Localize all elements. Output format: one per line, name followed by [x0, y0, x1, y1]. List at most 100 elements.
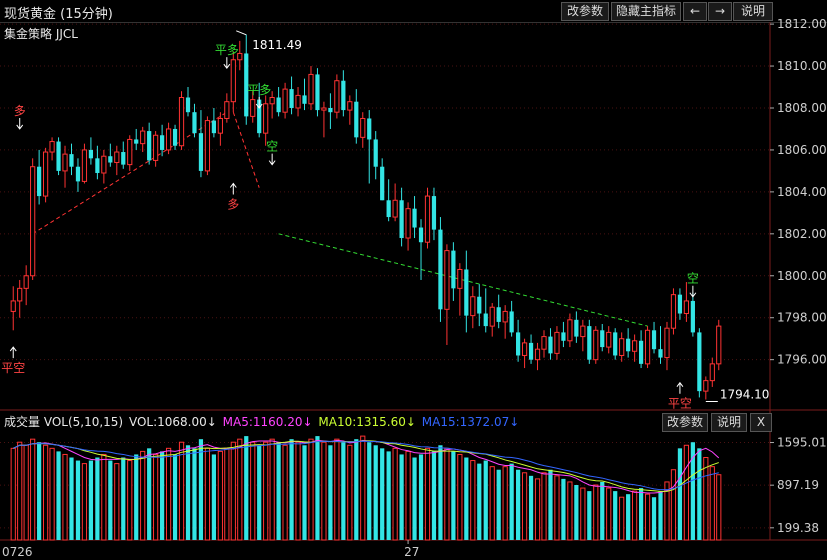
volume-bar [554, 475, 560, 541]
candle-body [489, 306, 495, 327]
candle [178, 91, 185, 150]
candle-body [483, 313, 488, 327]
volume-bar [477, 463, 482, 540]
candle [30, 158, 36, 280]
volume-bar [451, 451, 456, 540]
price-chart[interactable]: 1812.00 1810.00 1808.00 1806.00 1804.00 1802.… [0, 0, 827, 560]
candle-body [165, 128, 172, 151]
candle-body [606, 331, 612, 348]
candle-body [516, 332, 521, 356]
ma15-value: MA15:1372.07↓ [421, 415, 520, 429]
volume-bar [606, 487, 612, 541]
candle-body [81, 149, 88, 182]
signal-label: 多 [14, 104, 26, 118]
candle-body [438, 229, 443, 310]
trend-lines [32, 111, 648, 327]
volume-tick-label: 897.19 [777, 478, 819, 492]
candle-body [424, 195, 431, 243]
volume-bar [438, 445, 443, 540]
volume-bar [703, 457, 709, 541]
volume-modify-params-button[interactable]: 改参数 [662, 413, 708, 432]
candle-body [444, 250, 450, 310]
volume-bar [424, 447, 431, 541]
volume-bar [638, 488, 644, 540]
volume-bar [237, 438, 243, 541]
candle-body [658, 349, 663, 358]
candle-body [108, 156, 113, 163]
volume-bar [587, 491, 592, 540]
candle-body [360, 117, 366, 138]
candle [373, 131, 378, 180]
candle-body [431, 196, 437, 230]
candle-body [405, 208, 411, 239]
candle-body [250, 99, 256, 117]
volume-explain-button[interactable]: 说明 [711, 413, 747, 432]
candle [321, 101, 327, 138]
candle-body [373, 139, 378, 167]
candle [651, 321, 657, 354]
candle [185, 87, 191, 117]
volume-bar [308, 438, 314, 541]
candle-body [282, 88, 288, 113]
candle [489, 303, 495, 337]
ma5-value: MA5:1160.20↓ [222, 415, 313, 429]
volume-bar [114, 463, 120, 541]
volume-bar [593, 484, 599, 541]
candle-body [341, 80, 346, 111]
candle-body [638, 340, 644, 364]
candle [412, 196, 417, 239]
volume-bar [380, 448, 385, 540]
volume-bar [121, 457, 126, 540]
candle [638, 330, 644, 369]
candle [587, 319, 592, 364]
candle [211, 107, 216, 138]
candle [95, 145, 100, 180]
volume-bar [600, 481, 605, 540]
volume-tick-label: 199.38 [777, 521, 819, 535]
candle [153, 131, 159, 167]
candle [644, 326, 651, 369]
volume-bar [185, 445, 191, 540]
candle [626, 328, 631, 358]
candle [367, 110, 372, 184]
volume-bar [457, 453, 463, 541]
candle [554, 326, 560, 360]
signal-annotations: 1811.491794.10多平空平多多平多空空平空 [1, 30, 769, 411]
vol-value: VOL:1068.00↓ [128, 415, 217, 429]
candle-body [308, 73, 314, 105]
volume-bar [341, 442, 346, 540]
volume-close-button[interactable]: X [750, 413, 772, 432]
trade-signal: 多 [14, 104, 26, 130]
volume-bar [315, 436, 320, 540]
volume-bar [81, 463, 88, 541]
time-label-27: 27 [404, 545, 419, 559]
trade-signal: 空 [687, 272, 699, 298]
candle [496, 294, 501, 329]
candle [198, 110, 204, 178]
candle [108, 143, 113, 167]
signal-label: 平空 [668, 397, 692, 411]
candle [347, 95, 353, 125]
volume-bar [217, 450, 223, 541]
candle [690, 292, 695, 337]
candle-body [683, 300, 690, 315]
candle [282, 82, 288, 119]
candle-body [716, 325, 722, 365]
high-price-label: 1811.49 [252, 38, 302, 52]
candle [509, 300, 514, 337]
candle [49, 137, 55, 161]
candle-body [17, 287, 23, 302]
candle-body [62, 153, 68, 172]
signal-arrow-icon [16, 117, 24, 130]
volume-bar [496, 469, 501, 540]
volume-bar [399, 454, 404, 540]
candle [244, 34, 249, 125]
candle [23, 265, 29, 306]
candle-body [198, 133, 204, 171]
volume-bar [178, 441, 185, 541]
candle [114, 145, 120, 176]
volume-bar [651, 497, 657, 540]
price-tick-label: 1810.00 [777, 59, 827, 73]
volume-header: 成交量 VOL(5,10,15) VOL:1068.00↓ MA5:1160.2… [4, 413, 521, 430]
candle-body [192, 112, 197, 134]
